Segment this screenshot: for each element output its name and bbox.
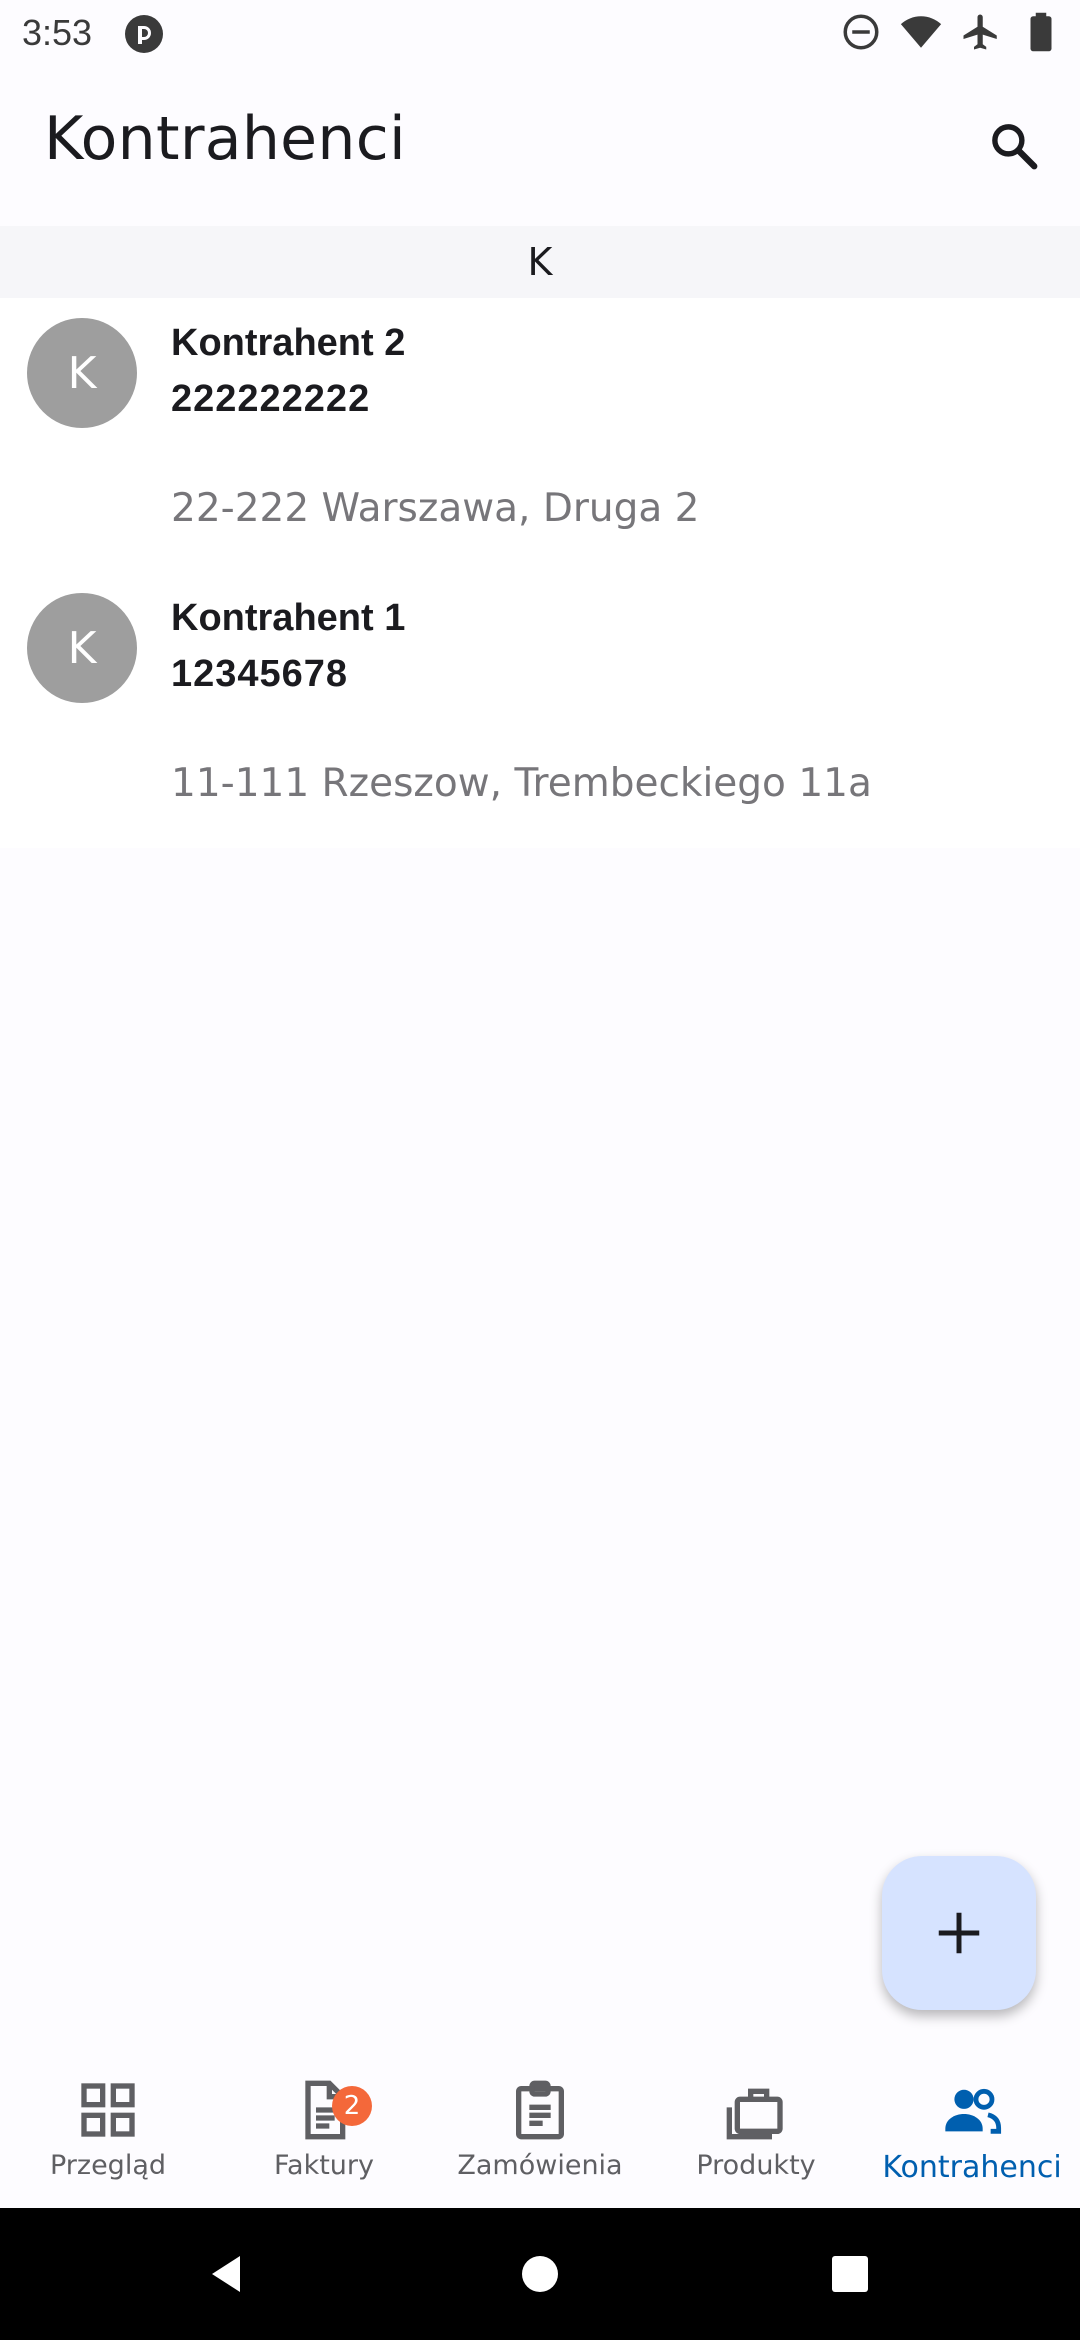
wifi-icon	[900, 11, 942, 57]
contractor-list: K Kontrahent 2 222222222 22-222 Warszawa…	[0, 298, 1080, 848]
nav-item-zamowienia[interactable]: Zamówienia	[432, 2060, 648, 2208]
people-icon	[940, 2078, 1004, 2142]
notification-badge: 2	[332, 2086, 372, 2126]
nav-label: Przegląd	[49, 2150, 166, 2181]
contractor-number: 12345678	[171, 653, 349, 695]
status-bar: 3:53	[0, 0, 1080, 66]
page-title: Kontrahenci	[44, 104, 406, 174]
search-icon	[992, 124, 1038, 170]
nav-label: Produkty	[696, 2150, 816, 2181]
back-icon	[212, 2256, 240, 2292]
do-not-disturb-icon	[840, 11, 882, 57]
app-bar: Kontrahenci	[0, 66, 1080, 226]
dashboard-icon	[76, 2078, 140, 2142]
contractor-address: 22-222 Warszawa, Druga 2	[171, 486, 700, 531]
add-contractor-button[interactable]	[882, 1856, 1036, 2010]
nav-item-produkty[interactable]: Produkty	[648, 2060, 864, 2208]
contractor-address: 11-111 Rzeszow, Trembeckiego 11a	[171, 761, 872, 806]
section-letter: K	[527, 240, 553, 284]
contractor-number: 222222222	[171, 378, 371, 420]
bottom-navigation: Przegląd 2 Faktury Zamówienia Produkty K…	[0, 2060, 1080, 2208]
list-item[interactable]: K Kontrahent 1 12345678 11-111 Rzeszow, …	[0, 573, 1080, 848]
recents-icon	[832, 2256, 868, 2292]
briefcase-icon	[724, 2078, 788, 2142]
contractor-name: Kontrahent 1	[171, 597, 406, 639]
clipboard-icon	[508, 2078, 572, 2142]
status-time: 3:53	[22, 12, 93, 53]
app-notification-icon	[124, 14, 164, 54]
section-header: K	[0, 226, 1080, 298]
battery-icon	[1020, 11, 1062, 57]
avatar: K	[27, 593, 137, 703]
add-icon	[938, 1912, 980, 1954]
nav-item-kontrahenci[interactable]: Kontrahenci	[864, 2060, 1080, 2208]
avatar: K	[27, 318, 137, 428]
nav-label: Faktury	[273, 2150, 374, 2181]
contractor-name: Kontrahent 2	[171, 322, 406, 364]
document-icon: 2	[292, 2078, 372, 2142]
search-button[interactable]	[978, 110, 1050, 182]
system-navigation-bar	[0, 2208, 1080, 2340]
home-button[interactable]	[510, 2244, 570, 2304]
status-icons	[840, 12, 1062, 56]
recents-button[interactable]	[820, 2244, 880, 2304]
nav-label: Zamówienia	[457, 2150, 623, 2181]
nav-item-przeglad[interactable]: Przegląd	[0, 2060, 216, 2208]
home-icon	[522, 2256, 558, 2292]
nav-label: Kontrahenci	[882, 2150, 1062, 2185]
airplane-icon	[960, 11, 1002, 57]
back-button[interactable]	[196, 2244, 256, 2304]
list-item[interactable]: K Kontrahent 2 222222222 22-222 Warszawa…	[0, 298, 1080, 573]
nav-item-faktury[interactable]: 2 Faktury	[216, 2060, 432, 2208]
